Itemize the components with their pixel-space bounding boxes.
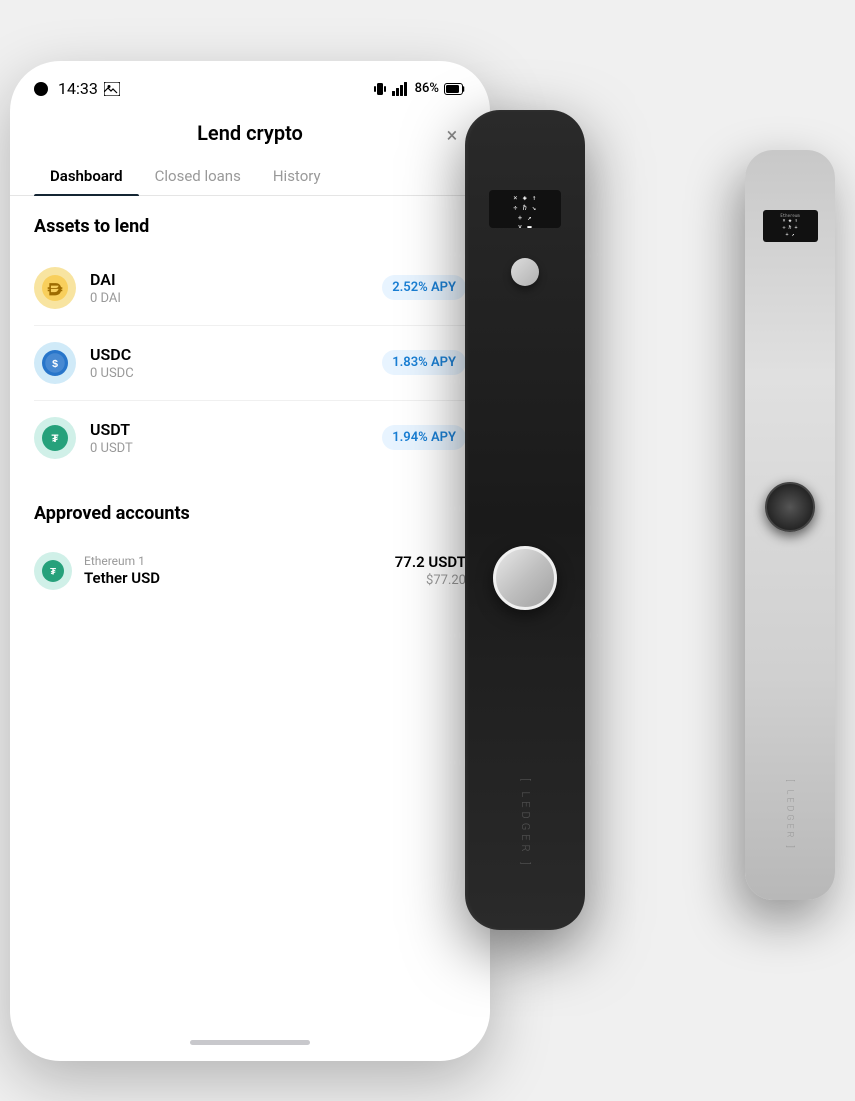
ledger-front-label: [ LEDGER ]: [518, 778, 531, 869]
bottom-bar: [10, 1025, 490, 1061]
asset-item-usdt[interactable]: ₮ USDT 0 USDT 1.94% APY: [34, 401, 466, 475]
home-indicator: [190, 1040, 310, 1045]
tab-closed-loans[interactable]: Closed loans: [139, 157, 257, 195]
usdt-info: USDT 0 USDT: [90, 420, 382, 456]
dai-icon: [34, 267, 76, 309]
dai-balance: 0 DAI: [90, 291, 382, 306]
asset-list: DAI 0 DAI 2.52% APY $ US: [34, 251, 466, 475]
phone-shell: 14:33 86%: [10, 61, 490, 1061]
tab-bar: Dashboard Closed loans History: [10, 157, 490, 196]
app-content: Lend crypto × Dashboard Closed loans His…: [10, 105, 490, 1061]
dai-name: DAI: [90, 270, 382, 289]
svg-text:$: $: [52, 358, 58, 370]
app-header: Lend crypto ×: [10, 105, 490, 145]
dai-info: DAI 0 DAI: [90, 270, 382, 306]
tab-dashboard[interactable]: Dashboard: [34, 157, 139, 195]
svg-text:₮: ₮: [50, 566, 56, 577]
tab-history[interactable]: History: [257, 157, 337, 195]
usdc-name: USDC: [90, 345, 382, 364]
usdc-info: USDC 0 USDC: [90, 345, 382, 381]
approved-item-eth1-usdt[interactable]: ₮ Ethereum 1 Tether USD 77.2 USDT $77.20: [34, 538, 466, 604]
asset-item-dai[interactable]: DAI 0 DAI 2.52% APY: [34, 251, 466, 326]
usdt-icon: ₮: [34, 417, 76, 459]
approved-name: Tether USD: [84, 569, 395, 587]
ledger-front-screen: Bitcoin × ◈ ↑ ÷ ℏ ↘ + ↗ ∨ ▬: [489, 190, 561, 228]
svg-text:₮: ₮: [52, 433, 59, 445]
asset-item-usdc[interactable]: $ USDC 0 USDC 1.83% APY: [34, 326, 466, 401]
vibrate-icon: [373, 81, 387, 97]
approved-usdt-icon: ₮: [34, 552, 72, 590]
usdt-balance: 0 USDT: [90, 441, 382, 456]
ledger-back-label: [ LEDGER ]: [785, 779, 795, 850]
approved-network: Ethereum 1: [84, 554, 395, 568]
ledger-back-device: Ethereum × ◈ ↑ ÷ ℏ + + ↗ [ LEDGER ]: [745, 150, 835, 900]
ledger-front-device: Bitcoin × ◈ ↑ ÷ ℏ ↘ + ↗ ∨ ▬ [ LEDGER ]: [465, 110, 585, 930]
status-bar: 14:33 86%: [10, 61, 490, 105]
status-time: 14:33: [58, 79, 98, 98]
app-title: Lend crypto: [197, 121, 303, 145]
devices-area: Bitcoin × ◈ ↑ ÷ ℏ ↘ + ↗ ∨ ▬ [ LEDGER ] E…: [435, 50, 855, 1030]
scroll-content[interactable]: Assets to lend DAI 0 DAI 2.52% APY: [10, 196, 490, 1025]
signal-icon: [392, 82, 410, 96]
image-icon: [104, 82, 120, 96]
ledger-back-screen: Ethereum × ◈ ↑ ÷ ℏ + + ↗: [763, 210, 818, 242]
usdt-name: USDT: [90, 420, 382, 439]
ledger-top-button[interactable]: [511, 258, 539, 286]
usdc-balance: 0 USDC: [90, 366, 382, 381]
camera-dot: [34, 82, 48, 96]
ledger-back-button[interactable]: [765, 482, 815, 532]
approved-list: ₮ Ethereum 1 Tether USD 77.2 USDT $77.20: [34, 538, 466, 604]
approved-section-title: Approved accounts: [34, 503, 466, 524]
usdc-icon: $: [34, 342, 76, 384]
ledger-bottom-button[interactable]: [493, 546, 557, 610]
approved-info: Ethereum 1 Tether USD: [84, 554, 395, 587]
assets-section-title: Assets to lend: [34, 216, 466, 237]
